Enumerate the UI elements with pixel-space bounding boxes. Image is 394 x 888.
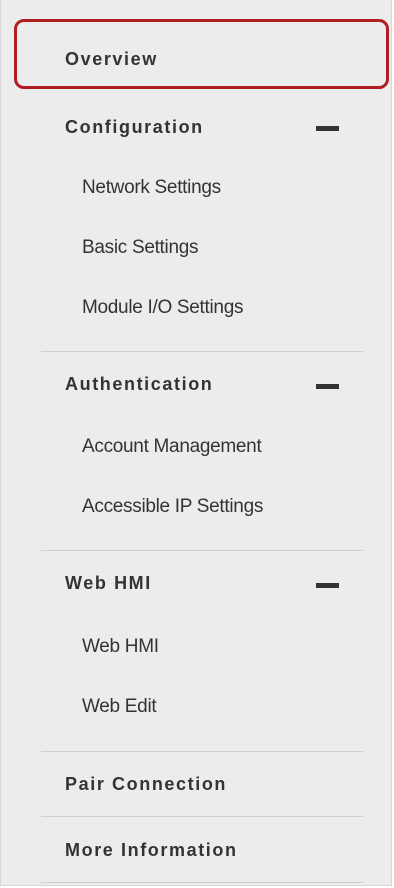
minus-icon[interactable] bbox=[316, 126, 339, 131]
sidebar-item-module-io-settings[interactable]: Module I/O Settings bbox=[82, 297, 243, 319]
divider bbox=[41, 351, 363, 352]
minus-icon[interactable] bbox=[316, 583, 339, 588]
minus-icon[interactable] bbox=[316, 384, 339, 389]
sidebar-item-network-settings[interactable]: Network Settings bbox=[82, 177, 221, 199]
sidebar-item-pair-connection[interactable]: Pair Connection bbox=[65, 774, 227, 795]
sidebar-item-accessible-ip-settings[interactable]: Accessible IP Settings bbox=[82, 496, 263, 518]
sidebar-item-basic-settings[interactable]: Basic Settings bbox=[82, 237, 199, 259]
sidebar-item-more-information[interactable]: More Information bbox=[65, 840, 238, 861]
sidebar-section-web-hmi[interactable]: Web HMI bbox=[65, 573, 152, 594]
sidebar-item-web-edit[interactable]: Web Edit bbox=[82, 696, 157, 718]
sidebar-item-overview[interactable]: Overview bbox=[65, 49, 158, 70]
divider bbox=[41, 882, 363, 883]
sidebar-item-account-management[interactable]: Account Management bbox=[82, 436, 262, 458]
divider bbox=[41, 816, 363, 817]
sidebar-nav: Overview Configuration Network Settings … bbox=[0, 0, 392, 886]
sidebar-section-configuration[interactable]: Configuration bbox=[65, 117, 204, 138]
divider bbox=[41, 751, 363, 752]
sidebar-section-authentication[interactable]: Authentication bbox=[65, 374, 213, 395]
sidebar-item-web-hmi[interactable]: Web HMI bbox=[82, 636, 159, 658]
divider bbox=[41, 550, 363, 551]
